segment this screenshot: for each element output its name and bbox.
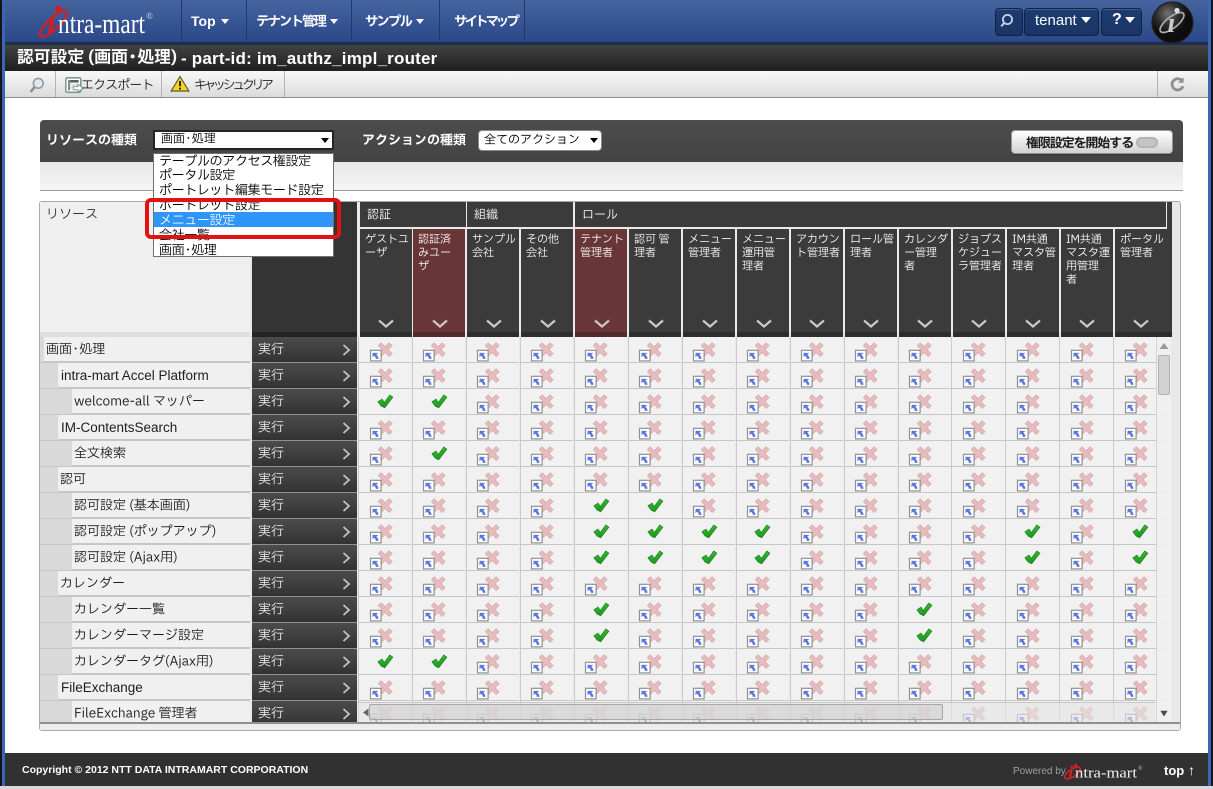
svg-text:®: ® — [146, 11, 153, 21]
svg-text:i: i — [1069, 763, 1074, 782]
svg-text:ı: ı — [47, 5, 56, 41]
svg-text:ı: ı — [1168, 8, 1176, 39]
svg-text:ntra-mart: ntra-mart — [1075, 766, 1137, 782]
svg-text:ntra-mart: ntra-mart — [58, 9, 145, 40]
svg-text:®: ® — [1138, 765, 1143, 772]
